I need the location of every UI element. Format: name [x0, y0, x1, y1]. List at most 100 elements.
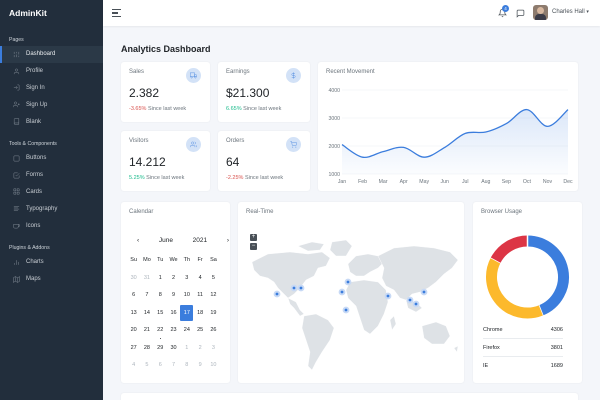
browser-name: Chrome [483, 327, 503, 333]
realtime-card: Real-Time + − [238, 202, 464, 383]
calendar-day[interactable]: 10 [180, 289, 193, 302]
calendar-day[interactable]: 18 [193, 307, 206, 320]
calendar-day[interactable]: 1 [180, 342, 193, 355]
calendar-day[interactable]: 17 [180, 305, 194, 322]
calendar-day[interactable]: 16 [167, 307, 180, 320]
calendar-day[interactable]: 29 [154, 342, 167, 355]
brand-logo[interactable]: AdminKit [0, 0, 103, 26]
calendar-day[interactable]: 14 [140, 307, 153, 320]
calendar-day[interactable]: 6 [154, 359, 167, 372]
calendar-day[interactable]: 5 [140, 359, 153, 372]
calendar-day[interactable]: 21 [140, 324, 153, 337]
calendar-weekdays: Su Mo Tu We Th Fr Sa [127, 252, 225, 270]
stat-change: 6.65% Since last week [226, 106, 282, 112]
calendar-day[interactable]: 31 [140, 272, 153, 285]
calendar-day[interactable]: 22 [154, 324, 167, 340]
calendar-day[interactable]: 8 [180, 359, 193, 372]
calendar-day[interactable]: 27 [127, 342, 140, 355]
sidebar-section-header: Plugins & Addons [9, 244, 50, 251]
calendar-year-input[interactable]: 2021 [193, 237, 207, 244]
calendar-day[interactable]: 9 [167, 289, 180, 302]
stat-change: 5.25% Since last week [129, 175, 185, 181]
sidebar-item-charts[interactable]: Charts [0, 254, 103, 271]
sidebar-item-label: Sign In [26, 84, 45, 91]
square-icon [12, 154, 20, 162]
log-in-icon [12, 84, 20, 92]
sidebar-item-label: Icons [26, 222, 41, 229]
calendar-day[interactable]: 7 [167, 359, 180, 372]
sidebar-section-header: Tools & Components [9, 140, 57, 147]
calendar-day[interactable]: 13 [127, 307, 140, 320]
user-menu[interactable]: Charles Hall ▾ [552, 9, 589, 15]
sidebar-item-maps[interactable]: Maps [0, 271, 103, 288]
calendar-day[interactable]: 28 [140, 342, 153, 355]
sidebar-item-typography[interactable]: Typography [0, 200, 103, 217]
sidebar-item-dashboard[interactable]: Dashboard [0, 46, 103, 63]
calendar-month-select[interactable]: June [159, 237, 173, 244]
calendar-day[interactable]: 26 [207, 324, 220, 337]
bottom-card [121, 393, 578, 400]
x-tick-label: Nov [543, 179, 553, 185]
calendar-day[interactable]: 1 [154, 272, 167, 285]
card-title: Earnings [226, 69, 250, 75]
calendar-day[interactable]: 20 [127, 324, 140, 337]
menu-toggle-icon[interactable] [112, 9, 121, 17]
calendar-week: 27 28 29 30 1 2 3 [127, 340, 225, 358]
browser-name: Firefox [483, 345, 500, 351]
calendar-day[interactable]: 30 [127, 272, 140, 285]
calendar-day[interactable]: 24 [180, 324, 193, 337]
sidebar-item-blank[interactable]: Blank [0, 113, 103, 130]
calendar-day[interactable]: 3 [207, 342, 220, 355]
calendar-day[interactable]: 23 [167, 324, 180, 337]
chevron-right-icon[interactable]: › [227, 237, 229, 244]
sidebar-item-icons[interactable]: Icons [0, 217, 103, 234]
divider [483, 338, 563, 339]
message-square-icon[interactable] [516, 9, 525, 18]
calendar-day[interactable]: 12 [207, 289, 220, 302]
shopping-cart-icon [286, 137, 301, 152]
calendar-weekday: Su [130, 257, 138, 264]
sidebar-item-sign-in[interactable]: Sign In [0, 80, 103, 97]
calendar-day[interactable]: 4 [193, 272, 206, 285]
sidebar-item-profile[interactable]: Profile [0, 63, 103, 80]
sidebar-item-label: Cards [26, 188, 43, 195]
orders-card: Orders 64 -2.25% Since last week [218, 131, 310, 191]
x-tick-label: Apr [400, 179, 408, 185]
calendar-day[interactable]: 8 [154, 289, 167, 302]
sidebar-item-sign-up[interactable]: Sign Up [0, 96, 103, 113]
grid-icon [12, 188, 20, 196]
donut-slice-firefox [486, 257, 543, 319]
book-icon [12, 118, 20, 126]
x-tick-label: Aug [481, 179, 490, 185]
calendar-day[interactable]: 11 [193, 289, 206, 302]
chevron-down-icon: ▾ [586, 9, 589, 15]
calendar-day[interactable]: 7 [140, 289, 153, 302]
calendar-day[interactable]: 4 [127, 359, 140, 372]
calendar-day[interactable]: 9 [193, 359, 206, 372]
stat-value: 64 [226, 155, 240, 169]
visitors-card: Visitors 14.212 5.25% Since last week [121, 131, 210, 191]
page-title: Analytics Dashboard [121, 44, 211, 54]
calendar-day[interactable]: 30 [167, 342, 180, 355]
avatar[interactable] [533, 5, 548, 20]
sidebar-item-forms[interactable]: Forms [0, 167, 103, 184]
world-map[interactable] [238, 202, 464, 383]
calendar-day[interactable]: 3 [180, 272, 193, 285]
calendar-week: 4 5 6 7 8 9 10 [127, 357, 225, 375]
calendar-day[interactable]: 2 [193, 342, 206, 355]
donut-slice-chrome [527, 235, 569, 316]
sidebar-item-buttons[interactable]: Buttons [0, 150, 103, 167]
calendar-day[interactable]: 6 [127, 289, 140, 302]
chevron-left-icon[interactable]: ‹ [137, 237, 139, 244]
sidebar-item-cards[interactable]: Cards [0, 184, 103, 201]
calendar-day[interactable]: 15 [154, 307, 167, 320]
calendar-day[interactable]: 10 [207, 359, 220, 372]
calendar-day[interactable]: 19 [207, 307, 220, 320]
calendar-day[interactable]: 25 [193, 324, 206, 337]
x-tick-label: Jul [462, 179, 469, 185]
calendar-day[interactable]: 2 [167, 272, 180, 285]
x-tick-label: Dec [563, 179, 573, 185]
x-tick-label: Feb [358, 179, 367, 185]
calendar-day[interactable]: 5 [207, 272, 220, 285]
map-icon [12, 275, 20, 283]
